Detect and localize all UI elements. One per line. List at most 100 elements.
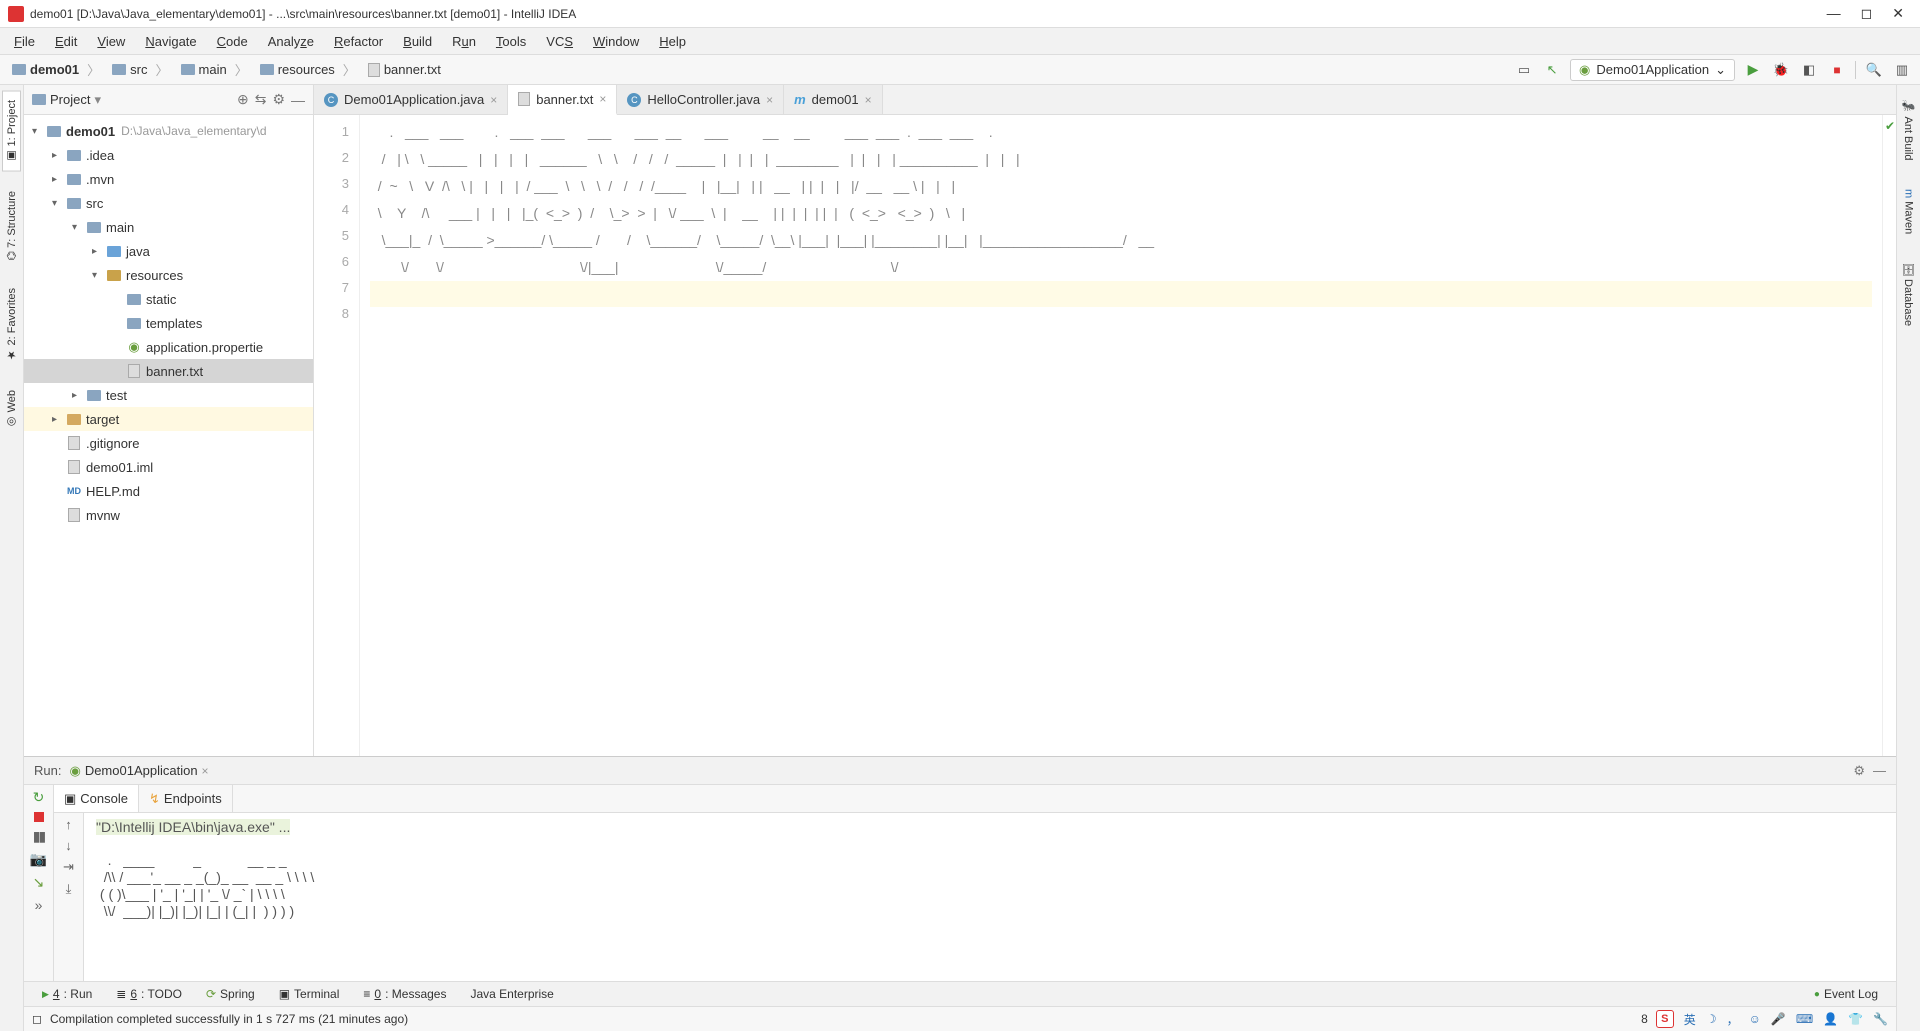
tree-node-mvn[interactable]: ▸.mvn bbox=[24, 167, 313, 191]
tab-console[interactable]: ▣Console bbox=[54, 785, 139, 812]
close-icon[interactable]: × bbox=[202, 764, 209, 778]
tab-banner[interactable]: banner.txt× bbox=[508, 85, 617, 115]
locate-icon[interactable]: ⊕ bbox=[237, 91, 249, 108]
tab-maven[interactable]: m Maven bbox=[1900, 180, 1918, 243]
back-arrow-icon[interactable]: ↖ bbox=[1542, 60, 1562, 80]
tab-structure[interactable]: ⌬ 7: Structure bbox=[2, 182, 21, 270]
tree-node-static[interactable]: static bbox=[24, 287, 313, 311]
tab-spring[interactable]: ⟳ Spring bbox=[196, 985, 265, 1003]
menu-edit[interactable]: Edit bbox=[47, 32, 85, 51]
hide-icon[interactable]: — bbox=[1873, 763, 1886, 778]
exit-button[interactable]: ↘ bbox=[33, 874, 45, 891]
ime-lang[interactable]: 英 bbox=[1684, 1011, 1696, 1028]
minimize-button[interactable]: — bbox=[1827, 5, 1841, 22]
crumb-resources[interactable]: resources〉 bbox=[256, 58, 360, 81]
close-icon[interactable]: × bbox=[599, 92, 606, 106]
rerun-button[interactable]: ↻ bbox=[33, 789, 45, 806]
run-config-selector[interactable]: ◉ Demo01Application ⌄ bbox=[1570, 59, 1735, 81]
wrap-button[interactable]: ⇥ bbox=[63, 859, 74, 875]
pause-button[interactable]: ▮▮ bbox=[33, 828, 44, 845]
scroll-button[interactable]: ⤓ bbox=[66, 881, 72, 897]
tab-project[interactable]: ▣ 1: Project bbox=[2, 91, 21, 172]
code-area[interactable]: . ___ ___ . ___ ___ ___ ___ __ ___ __ __… bbox=[360, 115, 1882, 756]
tree-node-resources[interactable]: ▾resources bbox=[24, 263, 313, 287]
stop-button[interactable] bbox=[34, 812, 44, 822]
menu-run[interactable]: Run bbox=[444, 32, 484, 51]
tab-ant[interactable]: 🐜 Ant Build bbox=[1899, 91, 1918, 170]
tab-web[interactable]: ◎ Web bbox=[2, 381, 21, 437]
tab-run[interactable]: 44: Run: Run bbox=[32, 985, 102, 1003]
dot-icon[interactable]: ， bbox=[1727, 1011, 1739, 1028]
tree-node-appprops[interactable]: ◉application.propertie bbox=[24, 335, 313, 359]
crumb-main[interactable]: main〉 bbox=[177, 58, 252, 81]
status-icon[interactable]: ◻ bbox=[32, 1012, 42, 1026]
tree-node-main[interactable]: ▾main bbox=[24, 215, 313, 239]
tab-demo01[interactable]: mdemo01× bbox=[784, 85, 883, 114]
project-structure-button[interactable]: ▥ bbox=[1892, 60, 1912, 80]
tab-demo01application[interactable]: CDemo01Application.java× bbox=[314, 85, 508, 114]
moon-icon[interactable]: ☽ bbox=[1706, 1012, 1717, 1026]
tree-node-help[interactable]: MDHELP.md bbox=[24, 479, 313, 503]
tab-todo[interactable]: ≣ 6: TODO bbox=[106, 985, 192, 1003]
coverage-button[interactable]: ◧ bbox=[1799, 60, 1819, 80]
keyboard-icon[interactable]: ⌨ bbox=[1796, 1012, 1813, 1026]
menu-refactor[interactable]: Refactor bbox=[326, 32, 391, 51]
tab-favorites[interactable]: ★ 2: Favorites bbox=[2, 279, 21, 371]
tab-database[interactable]: 🗄 Database bbox=[1899, 253, 1918, 335]
device-icon[interactable]: ▭ bbox=[1514, 60, 1534, 80]
menu-view[interactable]: View bbox=[89, 32, 133, 51]
project-panel-title[interactable]: Project ▾ bbox=[32, 92, 231, 108]
tree-node-templates[interactable]: templates bbox=[24, 311, 313, 335]
stop-button[interactable]: ■ bbox=[1827, 60, 1847, 80]
tree-node-mvnw[interactable]: mvnw bbox=[24, 503, 313, 527]
tree-node-gitignore[interactable]: .gitignore bbox=[24, 431, 313, 455]
menu-vcs[interactable]: VCS bbox=[538, 32, 581, 51]
person-icon[interactable]: 👤 bbox=[1823, 1012, 1838, 1026]
down-button[interactable]: ↓ bbox=[65, 838, 72, 853]
menu-file[interactable]: File bbox=[6, 32, 43, 51]
tree-node-target[interactable]: ▸target bbox=[24, 407, 313, 431]
smile-icon[interactable]: ☺ bbox=[1749, 1012, 1761, 1026]
tab-endpoints[interactable]: ↯Endpoints bbox=[139, 785, 233, 812]
editor-body[interactable]: 12345678 . ___ ___ . ___ ___ ___ ___ __ … bbox=[314, 115, 1896, 756]
search-button[interactable]: 🔍 bbox=[1864, 60, 1884, 80]
tab-event-log[interactable]: Event Log bbox=[1804, 985, 1888, 1003]
console-output[interactable]: "D:\Intellij IDEA\bin\java.exe" ... . __… bbox=[84, 813, 1896, 981]
more-button[interactable]: » bbox=[35, 897, 43, 913]
menu-analyze[interactable]: Analyze bbox=[260, 32, 322, 51]
tree-node-java[interactable]: ▸java bbox=[24, 239, 313, 263]
run-config-tab[interactable]: ◉Demo01Application× bbox=[69, 763, 208, 779]
tab-javaee[interactable]: Java Enterprise bbox=[460, 985, 563, 1003]
tool-icon[interactable]: 🔧 bbox=[1873, 1012, 1888, 1026]
tree-node-banner[interactable]: banner.txt bbox=[24, 359, 313, 383]
menu-tools[interactable]: Tools bbox=[488, 32, 534, 51]
up-button[interactable]: ↑ bbox=[65, 817, 72, 832]
menu-navigate[interactable]: Navigate bbox=[137, 32, 204, 51]
tree-root[interactable]: ▾demo01D:\Java\Java_elementary\d bbox=[24, 119, 313, 143]
close-button[interactable]: ✕ bbox=[1892, 5, 1904, 22]
tree-node-src[interactable]: ▾src bbox=[24, 191, 313, 215]
tab-messages[interactable]: ≡ 0: Messages bbox=[353, 985, 456, 1003]
crumb-file[interactable]: banner.txt bbox=[364, 60, 445, 79]
tree-node-iml[interactable]: demo01.iml bbox=[24, 455, 313, 479]
expand-icon[interactable]: ⇆ bbox=[255, 91, 267, 108]
tab-hellocontroller[interactable]: CHelloController.java× bbox=[617, 85, 784, 114]
tab-terminal[interactable]: ▣ Terminal bbox=[269, 985, 350, 1003]
sogou-ime-icon[interactable]: S bbox=[1656, 1010, 1674, 1028]
close-icon[interactable]: × bbox=[766, 93, 773, 107]
menu-help[interactable]: Help bbox=[651, 32, 694, 51]
tree-node-test[interactable]: ▸test bbox=[24, 383, 313, 407]
tree-node-idea[interactable]: ▸.idea bbox=[24, 143, 313, 167]
crumb-src[interactable]: src〉 bbox=[108, 58, 172, 81]
close-icon[interactable]: × bbox=[490, 93, 497, 107]
debug-button[interactable]: 🐞 bbox=[1771, 60, 1791, 80]
menu-code[interactable]: Code bbox=[209, 32, 256, 51]
mic-icon[interactable]: 🎤 bbox=[1771, 1012, 1786, 1026]
settings-icon[interactable]: ⚙ bbox=[272, 91, 285, 108]
skin-icon[interactable]: 👕 bbox=[1848, 1012, 1863, 1026]
gear-icon[interactable]: ⚙ bbox=[1853, 763, 1865, 779]
close-icon[interactable]: × bbox=[865, 93, 872, 107]
hide-icon[interactable]: — bbox=[291, 92, 305, 108]
run-button[interactable]: ▶ bbox=[1743, 60, 1763, 80]
menu-window[interactable]: Window bbox=[585, 32, 647, 51]
